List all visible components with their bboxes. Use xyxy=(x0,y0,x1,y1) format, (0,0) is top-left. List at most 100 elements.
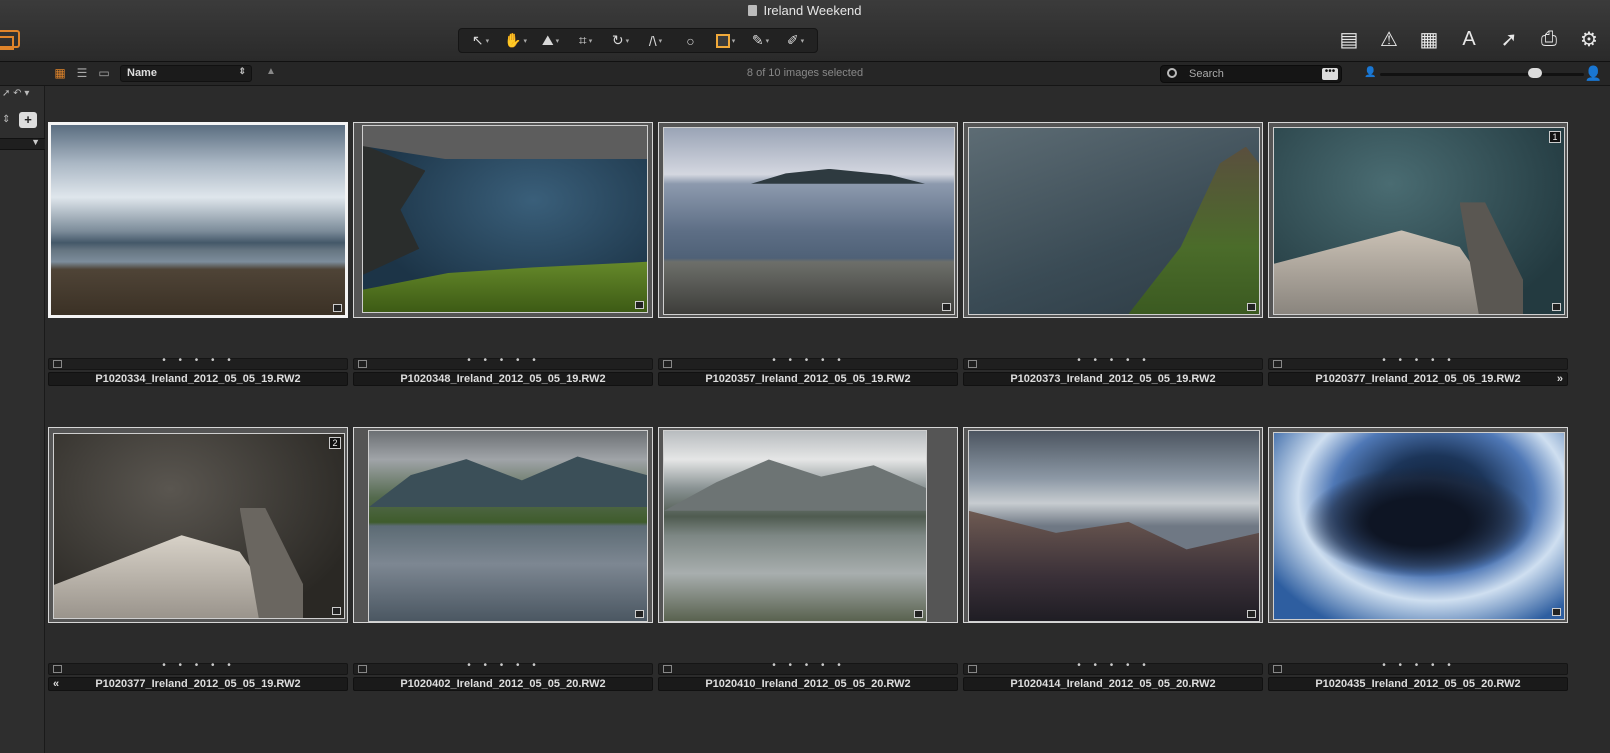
thumbnail-frame[interactable] xyxy=(963,122,1263,318)
browser-toggle-icon[interactable] xyxy=(0,30,20,50)
thumbnail-image[interactable] xyxy=(1273,432,1565,620)
search-field[interactable]: Search ••• xyxy=(1160,65,1342,83)
add-button[interactable]: + xyxy=(19,112,37,128)
compare-button[interactable]: ▤ xyxy=(1336,26,1362,52)
slider-track[interactable] xyxy=(1380,73,1584,76)
variant-number-badge: 2 xyxy=(329,437,341,449)
thumbnail-image[interactable]: 2 xyxy=(53,433,345,619)
color-picker-tool[interactable]: ✎ ▾ xyxy=(745,30,776,51)
thumbnail-frame[interactable] xyxy=(353,427,653,623)
apply-button[interactable]: ➚ xyxy=(1496,26,1522,52)
rating-bar[interactable]: • • • • • xyxy=(353,660,654,675)
print-button[interactable]: ⎙ xyxy=(1536,26,1562,52)
rating-bar[interactable]: • • • • • xyxy=(353,355,654,370)
spot-removal-tool[interactable]: ○ xyxy=(675,30,706,51)
filename-label[interactable]: P1020357_Ireland_2012_05_05_19.RW2 xyxy=(658,372,958,386)
rotate-tool[interactable]: ↻ ▾ xyxy=(605,30,636,51)
metadata-icon[interactable] xyxy=(1552,303,1561,311)
thumbnail-image[interactable] xyxy=(663,127,955,315)
exposure-warning-button[interactable]: ⚠ xyxy=(1376,26,1402,52)
photo xyxy=(369,431,647,621)
metadata-icon[interactable] xyxy=(1552,608,1561,616)
thumbnail-frame[interactable]: 1 xyxy=(1268,122,1568,318)
mask-tool[interactable]: ▾ xyxy=(710,30,741,51)
thumbnail-image[interactable] xyxy=(663,430,927,622)
thumbnail-frame[interactable]: 2 xyxy=(48,427,348,623)
star-rating-dots[interactable]: • • • • • xyxy=(964,660,1264,671)
thumbnail-frame[interactable] xyxy=(48,122,348,318)
thumbnail-frame[interactable] xyxy=(353,122,653,318)
rating-bar[interactable]: • • • • • xyxy=(48,660,349,675)
star-rating-dots[interactable]: • • • • • xyxy=(49,355,349,366)
grid-button[interactable]: ▦ xyxy=(1416,26,1442,52)
photo xyxy=(969,128,1259,314)
rating-bar[interactable]: • • • • • xyxy=(48,355,349,370)
star-rating-dots[interactable]: • • • • • xyxy=(659,660,959,671)
star-rating-dots[interactable]: • • • • • xyxy=(354,660,654,671)
star-rating-dots[interactable]: • • • • • xyxy=(964,355,1264,366)
filename-label[interactable]: P1020334_Ireland_2012_05_05_19.RW2 xyxy=(48,372,348,386)
thumbnail-frame[interactable] xyxy=(963,427,1263,623)
filename-label[interactable]: P1020377_Ireland_2012_05_05_19.RW2 » xyxy=(1268,372,1568,386)
filename-label[interactable]: P1020402_Ireland_2012_05_05_20.RW2 xyxy=(353,677,653,691)
star-rating-dots[interactable]: • • • • • xyxy=(49,660,349,671)
metadata-icon[interactable] xyxy=(1247,610,1256,618)
stepper-icon[interactable]: ⇕ xyxy=(2,114,10,125)
thumbnail-frame[interactable] xyxy=(658,122,958,318)
thumbnail-image[interactable]: 1 xyxy=(1273,127,1565,315)
text-button[interactable]: A xyxy=(1456,26,1482,52)
panel-dropdown[interactable]: ▼ xyxy=(0,137,45,150)
window-title-text: Ireland Weekend xyxy=(763,3,862,18)
thumbnail-image[interactable] xyxy=(968,127,1260,315)
rating-bar[interactable]: • • • • • xyxy=(658,660,959,675)
panel-tools-icon[interactable]: ➚ ↶ ▾ xyxy=(2,88,29,99)
filename-text: P1020402_Ireland_2012_05_05_20.RW2 xyxy=(400,678,606,690)
filename-label[interactable]: P1020377_Ireland_2012_05_05_19.RW2 « xyxy=(48,677,348,691)
star-rating-dots[interactable]: • • • • • xyxy=(1269,660,1569,671)
filename-label[interactable]: P1020373_Ireland_2012_05_05_19.RW2 xyxy=(963,372,1263,386)
metadata-icon[interactable] xyxy=(942,303,951,311)
filename-label[interactable]: P1020348_Ireland_2012_05_05_19.RW2 xyxy=(353,372,653,386)
crop-tool[interactable]: ⌗ ▾ xyxy=(570,30,601,51)
search-icon[interactable] xyxy=(1167,68,1177,78)
metadata-icon[interactable] xyxy=(333,304,342,312)
slider-knob[interactable] xyxy=(1528,68,1543,78)
filename-label[interactable]: P1020414_Ireland_2012_05_05_20.RW2 xyxy=(963,677,1263,691)
filename-label[interactable]: P1020410_Ireland_2012_05_05_20.RW2 xyxy=(658,677,958,691)
thumbnail-image[interactable] xyxy=(362,125,648,313)
keystone-tool[interactable]: /\ ▾ xyxy=(640,30,671,51)
metadata-icon[interactable] xyxy=(635,301,644,309)
stack-collapse-icon[interactable]: « xyxy=(53,678,59,690)
brush-tool[interactable]: ✐ ▾ xyxy=(780,30,811,51)
metadata-icon[interactable] xyxy=(1247,303,1256,311)
rating-bar[interactable]: • • • • • xyxy=(1268,355,1569,370)
thumbnail-image[interactable] xyxy=(48,122,348,318)
image-grid: • • • • • P1020334_Ireland_2012_05_05_19.… xyxy=(45,86,1610,753)
stack-expand-icon[interactable]: » xyxy=(1557,373,1563,385)
settings-button[interactable]: ⚙ xyxy=(1576,26,1602,52)
rating-bar[interactable]: • • • • • xyxy=(1268,660,1569,675)
photo xyxy=(54,434,344,618)
star-rating-dots[interactable]: • • • • • xyxy=(1269,355,1569,366)
thumbnail-size-slider[interactable]: 👤 👤 xyxy=(1362,65,1602,82)
pan-tool-icon: ✋ xyxy=(504,32,522,48)
pan-tool[interactable]: ✋ ▾ xyxy=(500,30,531,51)
straighten-tool[interactable]: ⛰ ▾ xyxy=(535,30,566,51)
select-tool[interactable]: ↖ ▾ xyxy=(465,30,496,51)
search-options-button[interactable]: ••• xyxy=(1322,67,1338,80)
thumbnail-frame[interactable] xyxy=(658,427,958,623)
photo xyxy=(1274,128,1564,314)
thumbnail-image[interactable] xyxy=(368,430,648,622)
star-rating-dots[interactable]: • • • • • xyxy=(354,355,654,366)
thumbnail-image[interactable] xyxy=(968,430,1260,622)
star-rating-dots[interactable]: • • • • • xyxy=(659,355,959,366)
metadata-icon[interactable] xyxy=(635,610,644,618)
filename-label[interactable]: P1020435_Ireland_2012_05_05_20.RW2 xyxy=(1268,677,1568,691)
rating-bar[interactable]: • • • • • xyxy=(963,355,1264,370)
thumbnail-frame[interactable] xyxy=(1268,427,1568,623)
rating-bar[interactable]: • • • • • xyxy=(658,355,959,370)
metadata-icon[interactable] xyxy=(332,607,341,615)
metadata-icon[interactable] xyxy=(914,610,923,618)
rating-bar[interactable]: • • • • • xyxy=(963,660,1264,675)
photo xyxy=(363,126,647,312)
